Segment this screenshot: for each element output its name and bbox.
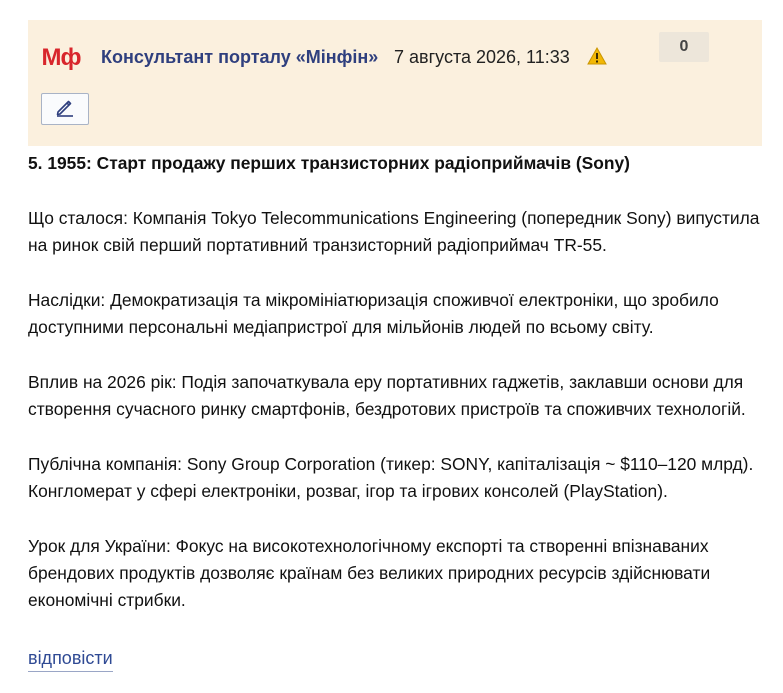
reply-link[interactable]: відповісти xyxy=(28,648,113,672)
paragraph-what-happened: Що сталося: Компанія Tokyo Telecommunica… xyxy=(28,208,760,255)
author-link[interactable]: Консультант порталу «Мінфін» xyxy=(101,47,378,68)
rating-score[interactable]: 0 xyxy=(659,32,709,62)
minfin-logo: Мф xyxy=(41,44,82,71)
post-body: 5. 1955: Старт продажу перших транзистор… xyxy=(28,150,768,642)
post-header: Мф Консультант порталу «Мінфін» 7 август… xyxy=(28,20,762,146)
warning-icon[interactable] xyxy=(587,46,607,66)
post-title: 5. 1955: Старт продажу перших транзистор… xyxy=(28,153,630,173)
paragraph-impact: Вплив на 2026 рік: Подія започаткувала е… xyxy=(28,372,746,419)
edit-button[interactable] xyxy=(41,93,89,125)
paragraph-public-company: Публічна компанія: Sony Group Corporatio… xyxy=(28,454,754,501)
paragraph-lesson: Урок для України: Фокус на високотехноло… xyxy=(28,536,711,610)
pencil-icon xyxy=(54,96,76,123)
paragraph-consequences: Наслідки: Демократизація та мікромініатю… xyxy=(28,290,719,337)
post-date: 7 августа 2026, 11:33 xyxy=(394,47,570,67)
